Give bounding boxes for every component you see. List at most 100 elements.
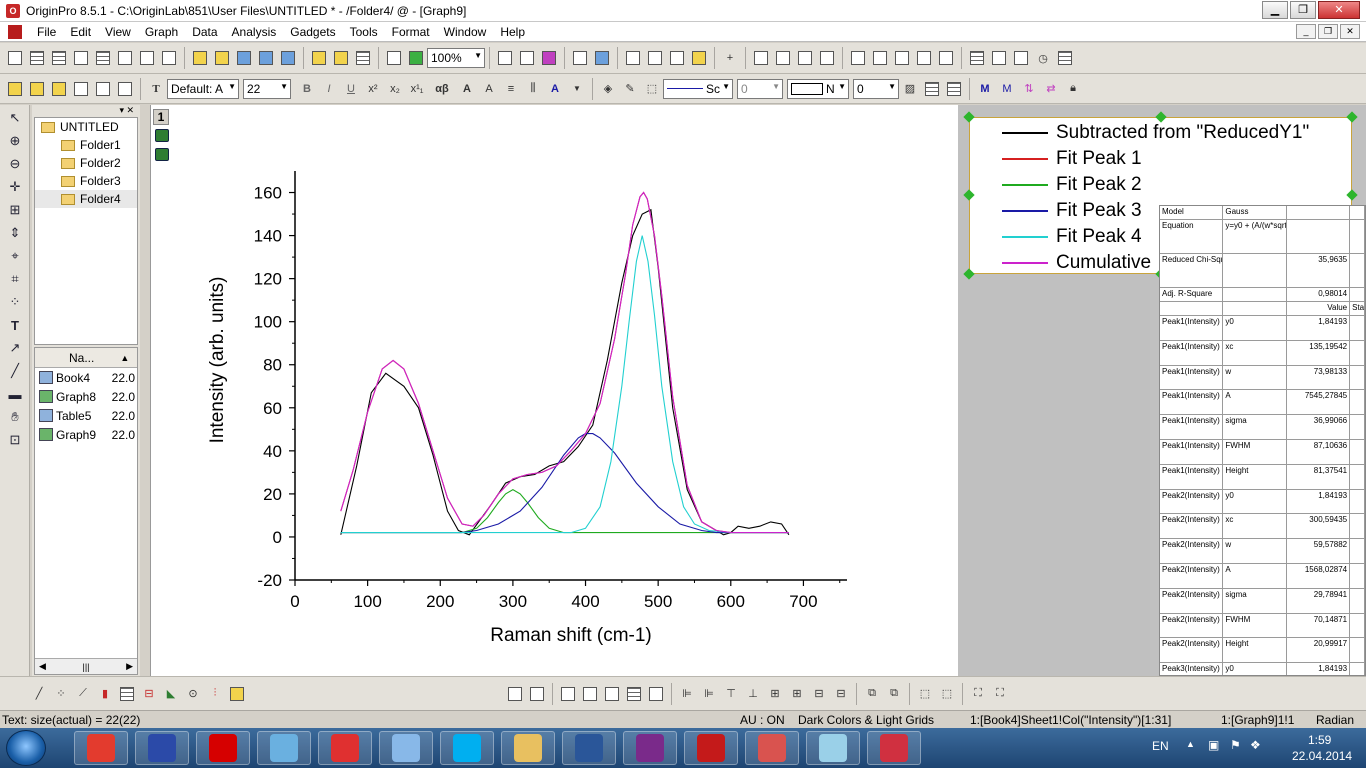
line-plot-icon[interactable]: ╱	[29, 684, 49, 704]
chevron-down-icon[interactable]: ▼	[567, 79, 587, 99]
recalculate-icon[interactable]	[406, 48, 426, 68]
status-angle-unit[interactable]: Radian	[1316, 713, 1354, 727]
italic-icon[interactable]: I	[319, 79, 339, 99]
results-row[interactable]: Peak1(Intensity) Height 81,37541	[1160, 464, 1365, 490]
decrease-font-icon[interactable]: A	[479, 79, 499, 99]
data-selector-icon[interactable]: ⊞	[4, 200, 26, 220]
results-row[interactable]: Peak2(Intensity) FWHM 70,14871	[1160, 613, 1365, 639]
items-header[interactable]: Na... ▲	[35, 348, 137, 368]
duplicate-icon[interactable]	[384, 48, 404, 68]
new-project-icon[interactable]	[5, 48, 25, 68]
align-bottom-icon[interactable]: ⊥	[743, 684, 763, 704]
results-row[interactable]: Peak1(Intensity) sigma 36,99066	[1160, 415, 1365, 440]
text-tool-icon[interactable]: T	[4, 315, 26, 335]
results-row[interactable]: Peak1(Intensity) xc 135,19542	[1160, 340, 1365, 366]
import-icon[interactable]	[309, 48, 329, 68]
taskbar-speaker-button[interactable]	[379, 731, 433, 765]
tile-icon[interactable]	[989, 48, 1009, 68]
results-row[interactable]: Adj. R-Square 0,98014	[1160, 288, 1365, 302]
new-notes-icon[interactable]	[159, 48, 179, 68]
grid-icon[interactable]	[922, 79, 942, 99]
matrix-plot-icon[interactable]	[117, 684, 137, 704]
plot-tool-icon[interactable]: ⊡	[4, 430, 26, 450]
folder-gray2-icon[interactable]	[93, 79, 113, 99]
taskbar-skype-button[interactable]	[440, 731, 494, 765]
3d-tilt-icon[interactable]	[580, 684, 600, 704]
taskbar-notes-button[interactable]	[806, 731, 860, 765]
pattern-color-icon[interactable]: ⬚	[642, 79, 662, 99]
grid2-icon[interactable]	[944, 79, 964, 99]
pattern-number-combo[interactable]: 0 ▼	[853, 78, 899, 99]
tray-flag-icon[interactable]: ⚑	[1230, 738, 1241, 752]
box-chart-icon[interactable]: ⊟	[139, 684, 159, 704]
doc-restore-button[interactable]: ❐	[1318, 24, 1338, 39]
menu-analysis[interactable]: Analysis	[225, 22, 284, 42]
tree-root[interactable]: UNTITLED	[35, 118, 137, 136]
taskbar-explorer-button[interactable]	[501, 731, 555, 765]
tree-folder4[interactable]: Folder4	[35, 190, 137, 208]
project-explorer-icon[interactable]	[623, 48, 643, 68]
line-tool-icon[interactable]: ╱	[4, 361, 26, 381]
area-plot-icon[interactable]: ◣	[161, 684, 181, 704]
taskbar-chrome-button[interactable]	[74, 731, 128, 765]
menu-graph[interactable]: Graph	[138, 22, 185, 42]
greek-icon[interactable]: αβ	[429, 79, 455, 99]
zoom-combo[interactable]: 100% ▼	[427, 48, 485, 68]
3d-reset-icon[interactable]	[646, 684, 666, 704]
import-multiple-icon[interactable]	[331, 48, 351, 68]
results-row[interactable]: Reduced Chi-Sqr 35,9635	[1160, 254, 1365, 288]
taskbar-acrobat-button[interactable]	[684, 731, 738, 765]
minimize-button[interactable]: ▁	[1262, 1, 1288, 19]
status-au[interactable]: AU : ON	[740, 713, 785, 727]
same-height-icon[interactable]: ⊟	[831, 684, 851, 704]
scale-icon[interactable]: ⇕	[4, 223, 26, 243]
scroll-left-icon[interactable]: ◀	[39, 661, 46, 672]
polar-plot-icon[interactable]: ⊙	[183, 684, 203, 704]
rescale-icon[interactable]	[751, 48, 771, 68]
layer-left-icon[interactable]	[817, 48, 837, 68]
align-icon[interactable]: ≡	[501, 79, 521, 99]
tree-folder1[interactable]: Folder1	[35, 136, 137, 154]
results-row[interactable]: Peak2(Intensity) sigma 29,78941	[1160, 588, 1365, 614]
results-row[interactable]: Peak1(Intensity) A 7545,27845	[1160, 390, 1365, 416]
front-icon[interactable]: ⧉	[862, 684, 882, 704]
fit-chart[interactable]: 0 100 200 300 400 500 600 700 -20 0 20 40 60 80 100 120…	[151, 105, 959, 676]
close-button[interactable]: ✕	[1318, 1, 1360, 19]
doc-close-button[interactable]: ✕	[1340, 24, 1360, 39]
table-icon[interactable]	[1055, 48, 1075, 68]
menu-gadgets[interactable]: Gadgets	[283, 22, 342, 42]
new-graph-icon[interactable]	[71, 48, 91, 68]
axis-top-icon[interactable]	[870, 48, 890, 68]
new-excel-icon[interactable]	[49, 48, 69, 68]
add-layer-icon[interactable]: +	[720, 48, 740, 68]
back-icon[interactable]: ⧉	[884, 684, 904, 704]
results-row[interactable]: Peak1(Intensity) FWHM 87,10636	[1160, 439, 1365, 465]
menu-data[interactable]: Data	[185, 22, 224, 42]
open-template-icon[interactable]	[212, 48, 232, 68]
item-graph8[interactable]: Graph8 22.0	[35, 387, 137, 406]
folder-up-icon[interactable]	[5, 79, 25, 99]
subscript-icon[interactable]: x₂	[385, 79, 405, 99]
pointer-icon[interactable]: ↖	[4, 108, 26, 128]
scroll-thumb[interactable]: |||	[82, 662, 89, 672]
tray-expand-icon[interactable]: ▲	[1186, 739, 1195, 749]
clock-date[interactable]: 22.04.2014	[1292, 749, 1352, 763]
tree-folder3[interactable]: Folder3	[35, 172, 137, 190]
fit-layer-icon[interactable]: ⛶	[990, 684, 1010, 704]
maximize-button[interactable]: ❐	[1290, 1, 1316, 19]
axis-right-icon[interactable]	[914, 48, 934, 68]
graph-doc-icon[interactable]	[8, 24, 22, 39]
item-book4[interactable]: Book4 22.0	[35, 368, 137, 387]
align-left-icon[interactable]: ⊫	[677, 684, 697, 704]
hatch-pattern-icon[interactable]: ▨	[900, 79, 920, 99]
ungroup-icon[interactable]: ⬚	[937, 684, 957, 704]
new-function-icon[interactable]	[115, 48, 135, 68]
same-width-icon[interactable]: ⊟	[809, 684, 829, 704]
results-row[interactable]: Peak2(Intensity) A 1568,02874	[1160, 563, 1365, 589]
menu-window[interactable]: Window	[437, 22, 494, 42]
arrow-tool-icon[interactable]: ↗	[4, 338, 26, 358]
taskbar-yandex-button[interactable]	[318, 731, 372, 765]
underline-icon[interactable]: U	[341, 79, 361, 99]
scatter-plot-icon[interactable]: ⁘	[51, 684, 71, 704]
line-style-combo[interactable]: Sc ▼	[663, 78, 733, 99]
